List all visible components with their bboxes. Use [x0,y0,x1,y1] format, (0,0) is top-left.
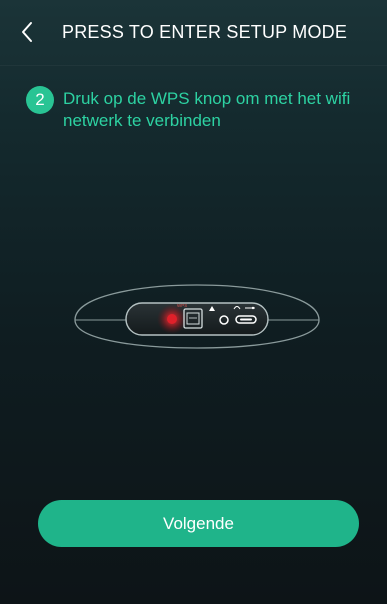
router-illustration: WPS [69,282,325,352]
page-title: PRESS TO ENTER SETUP MODE [62,22,348,42]
step-number-badge: 2 [26,86,54,114]
back-button[interactable] [12,17,42,47]
app-bar: PRESS TO ENTER SETUP MODE [0,0,387,66]
chevron-left-icon [22,22,32,42]
router-back-panel-icon: WPS [74,284,320,349]
svg-text:WPS: WPS [177,303,187,308]
setup-screen: PRESS TO ENTER SETUP MODE 2 Druk op de W… [0,0,387,604]
step-text: Druk op de WPS knop om met het wifi netw… [63,89,351,130]
next-button[interactable]: Volgende [38,500,359,547]
